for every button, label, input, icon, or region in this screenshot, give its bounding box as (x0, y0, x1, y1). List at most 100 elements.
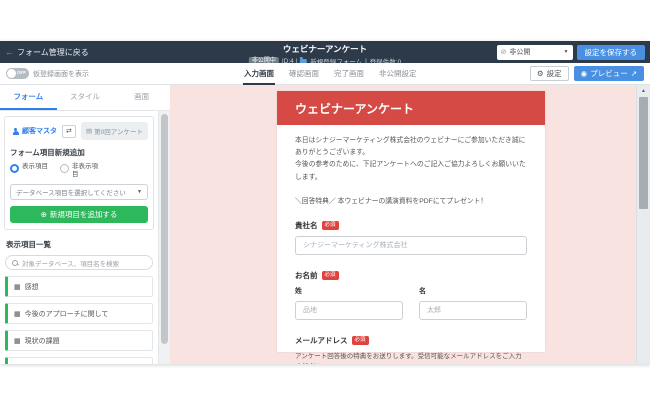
preview-label: プレビュー (590, 68, 628, 79)
plus-circle-icon: ⊕ (41, 210, 47, 219)
visibility-select[interactable]: ⊘ 非公開 ▼ (497, 45, 573, 60)
scroll-up-icon[interactable]: ▲ (637, 86, 650, 94)
grid-handle-icon: ▦ (14, 337, 21, 345)
radio-selected-icon (10, 164, 19, 173)
required-badge: 必須 (322, 271, 339, 280)
swap-button[interactable]: ⇄ (62, 125, 76, 138)
sidebar-body: 顧客マスタ ⇄ ▤ 第0回アンケート フォーム項目新規追加 (0, 111, 158, 364)
editor-sidebar: フォーム スタイル 画面 顧客マスタ ⇄ ▤ (0, 85, 170, 364)
first-name-label: 名 (419, 286, 527, 296)
required-badge: 必須 (322, 221, 339, 230)
navbar-actions: ⊘ 非公開 ▼ 設定を保存する (497, 45, 646, 60)
toggle-state-label: OFF (17, 70, 26, 75)
radio-hidden-item[interactable]: 非表示項目 (60, 163, 100, 179)
settings-label: 設定 (547, 68, 562, 79)
last-name-input[interactable] (295, 301, 403, 320)
back-label: フォーム管理に戻る (17, 47, 89, 58)
tab-customer-master[interactable]: 顧客マスタ (10, 124, 59, 138)
tab-input-screen[interactable]: 入力画面 (243, 63, 275, 85)
sidebar-scrollbar-thumb[interactable] (161, 114, 168, 344)
database-tabs: 顧客マスタ ⇄ ▤ 第0回アンケート (10, 122, 148, 140)
settings-button[interactable]: ⚙ 設定 (530, 66, 569, 81)
survey-db-label: 第0回アンケート (94, 126, 143, 136)
required-badge: 必須 (352, 336, 369, 345)
screenshot-stage: ← フォーム管理に戻る ウェビナーアンケート 非公開中 ID:4 | 新規登録フ… (0, 0, 650, 406)
db-select-placeholder: データベース項目を選択してください (16, 187, 126, 197)
radio-visible-item[interactable]: 表示項目 (10, 163, 50, 179)
email-field-label: メールアドレス 必須 (295, 335, 527, 346)
tab-confirm-screen[interactable]: 確認画面 (288, 63, 320, 85)
visible-items-title: 表示項目一覧 (6, 239, 152, 250)
add-button-label: 新規項目を追加する (50, 209, 118, 220)
intro-line-1: 本日はシナジーマーケティング株式会社のウェビナーにご参加いただき誠にありがとうご… (295, 137, 525, 156)
list-item-your-position[interactable]: ▦ あなたのお立場 (5, 357, 153, 364)
list-item-current-issues[interactable]: ▦ 現状の課題 (5, 330, 153, 351)
list-item-label: 現状の課題 (25, 336, 60, 346)
person-icon (12, 128, 19, 135)
top-navbar: ← フォーム管理に戻る ウェビナーアンケート 非公開中 ID:4 | 新規登録フ… (0, 41, 650, 63)
back-to-form-management-link[interactable]: ← フォーム管理に戻る (5, 47, 89, 58)
intro-text: 本日はシナジーマーケティング株式会社のウェビナーにご参加いただき誠にありがとうご… (295, 135, 527, 184)
name-field-label: お名前 必須 (295, 270, 527, 281)
sidebar-tab-screen[interactable]: 画面 (113, 85, 170, 110)
first-name-column: 名 (419, 286, 527, 320)
save-settings-button[interactable]: 設定を保存する (577, 45, 646, 60)
external-link-icon: ↗ (631, 69, 637, 78)
list-item-future-approach[interactable]: ▦ 今後のアプローチに関して (5, 303, 153, 324)
item-search-field[interactable]: 対象データベース、項目名を検索 (5, 255, 153, 270)
visibility-radio-group: 表示項目 非表示項目 (10, 163, 148, 179)
list-item-label: 今後のアプローチに関して (25, 309, 109, 319)
company-label: 貴社名 (295, 220, 318, 231)
email-helper-text: アンケート回答後の特典をお送りします。受信可能なメールアドレスをご入力ください。 (295, 350, 527, 364)
private-icon: ⊘ (501, 48, 507, 56)
preview-scrollbar-thumb[interactable] (639, 97, 648, 209)
tab-complete-screen[interactable]: 完了画面 (333, 63, 365, 85)
form-card-body: 本日はシナジーマーケティング株式会社のウェビナーにご参加いただき誠にありがとうご… (277, 125, 545, 364)
company-field-label: 貴社名 必須 (295, 220, 527, 231)
company-input[interactable] (295, 236, 527, 255)
back-arrow-icon: ← (5, 48, 14, 57)
database-item-select[interactable]: データベース項目を選択してください ▼ (10, 184, 148, 200)
app-window: ← フォーム管理に戻る ウェビナーアンケート 非公開中 ID:4 | 新規登録フ… (0, 41, 650, 364)
visibility-value: 非公開 (509, 47, 530, 57)
main-content: フォーム スタイル 画面 顧客マスタ ⇄ ▤ (0, 85, 650, 364)
bonus-text: ＼回答特典／ 本ウェビナーの講演資料をPDFにてプレゼント！ (295, 195, 527, 205)
sidebar-scrollbar (158, 111, 170, 364)
grid-handle-icon: ▦ (14, 310, 21, 318)
list-item-label: 感想 (25, 282, 39, 292)
form-card-header: ウェビナーアンケート (277, 91, 545, 125)
radio-visible-label: 表示項目 (22, 163, 50, 171)
preview-button[interactable]: ◉ プレビュー ↗ (574, 66, 644, 81)
name-fields-row: 姓 名 (295, 286, 527, 320)
search-placeholder: 対象データベース、項目名を検索 (22, 258, 119, 268)
search-icon (12, 260, 18, 266)
tab-private-settings[interactable]: 非公開設定 (378, 63, 418, 85)
screen-tabs: 入力画面 確認画面 完了画面 非公開設定 (243, 63, 418, 85)
intro-line-2: 今後の参考のために、下記アンケートへのご記入ご協力よろしくお願いいたします。 (295, 161, 526, 180)
clipboard-icon: ▤ (86, 127, 92, 135)
radio-unselected-icon (60, 164, 69, 173)
list-item-label: あなたのお立場 (25, 363, 74, 364)
form-item-panel: 顧客マスタ ⇄ ▤ 第0回アンケート フォーム項目新規追加 (4, 116, 154, 230)
chevron-down-icon: ▼ (564, 49, 569, 55)
name-label: お名前 (295, 270, 318, 281)
add-new-item-button[interactable]: ⊕ 新規項目を追加する (10, 206, 148, 223)
first-name-input[interactable] (419, 301, 527, 320)
sidebar-tab-style[interactable]: スタイル (57, 85, 114, 110)
chevron-down-icon: ▼ (137, 189, 142, 195)
last-name-column: 姓 (295, 286, 403, 320)
toolbar-actions: ⚙ 設定 ◉ プレビュー ↗ (530, 66, 644, 81)
sidebar-tabs: フォーム スタイル 画面 (0, 85, 170, 111)
add-section-title: フォーム項目新規追加 (10, 147, 148, 158)
toggle-label: 仮登録画面を表示 (33, 69, 89, 79)
gear-icon: ⚙ (537, 69, 544, 78)
preview-toggle[interactable]: OFF 仮登録画面を表示 (6, 68, 89, 79)
form-title: ウェビナーアンケート (249, 43, 401, 55)
sidebar-tab-form[interactable]: フォーム (0, 85, 57, 110)
list-item-impressions[interactable]: ▦ 感想 (5, 276, 153, 297)
last-name-label: 姓 (295, 286, 403, 296)
tab-survey-db[interactable]: ▤ 第0回アンケート (81, 122, 148, 140)
grid-handle-icon: ▦ (14, 283, 21, 291)
toggle-pill[interactable]: OFF (6, 68, 29, 79)
form-preview-pane: ウェビナーアンケート 本日はシナジーマーケティング株式会社のウェビナーにご参加い… (170, 85, 650, 364)
